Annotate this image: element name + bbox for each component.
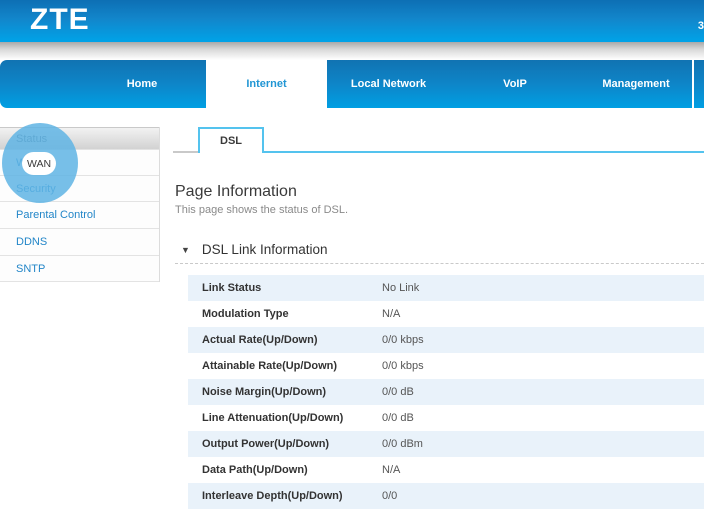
- table-row: Link Status No Link: [188, 275, 704, 301]
- nav-tab-local-network-label: Local Network: [351, 78, 426, 90]
- header-gloss-divider: [0, 42, 704, 60]
- tab-dsl-label: DSL: [220, 135, 242, 147]
- nav-tab-voip-label: VoIP: [503, 78, 527, 90]
- nav-tab-internet[interactable]: Internet: [206, 60, 327, 108]
- tabbar-baseline: [198, 151, 704, 153]
- section-title: DSL Link Information: [202, 242, 328, 257]
- nav-bar-edge-segment: [694, 60, 704, 108]
- row-label: Line Attenuation(Up/Down): [188, 412, 382, 424]
- table-row: Attainable Rate(Up/Down) 0/0 kbps: [188, 353, 704, 379]
- header-corner-text: 3: [698, 20, 704, 32]
- sidebar-item-ddns-label: DDNS: [16, 236, 47, 248]
- nav-tab-internet-label: Internet: [246, 78, 286, 90]
- table-row: Noise Margin(Up/Down) 0/0 dB: [188, 379, 704, 405]
- sidebar-item-sntp[interactable]: SNTP: [0, 256, 159, 282]
- nav-tab-voip[interactable]: VoIP: [450, 60, 580, 108]
- section-divider: [175, 263, 704, 264]
- row-label: Actual Rate(Up/Down): [188, 334, 382, 346]
- table-row: Actual Rate(Up/Down) 0/0 kbps: [188, 327, 704, 353]
- tabbar-baseline-left: [173, 151, 198, 153]
- nav-tab-home[interactable]: Home: [0, 60, 206, 108]
- row-value: No Link: [382, 282, 419, 294]
- table-row: Data Path(Up/Down) N/A: [188, 457, 704, 483]
- highlighted-wan-pill[interactable]: WAN: [22, 152, 56, 175]
- row-value: 0/0: [382, 490, 397, 502]
- section-header-dsl-link-info[interactable]: ▼ DSL Link Information: [181, 242, 327, 257]
- row-label: Modulation Type: [188, 308, 382, 320]
- table-row: Line Attenuation(Up/Down) 0/0 dB: [188, 405, 704, 431]
- nav-tab-management-label: Management: [602, 78, 669, 90]
- row-value: 0/0 dB: [382, 386, 414, 398]
- table-row: Output Power(Up/Down) 0/0 dBm: [188, 431, 704, 457]
- sidebar-item-parental-control[interactable]: Parental Control: [0, 202, 159, 229]
- dsl-link-info-table: Link Status No Link Modulation Type N/A …: [188, 275, 704, 509]
- nav-tab-management[interactable]: Management: [580, 60, 692, 108]
- sidebar-item-ddns[interactable]: DDNS: [0, 229, 159, 256]
- row-value: N/A: [382, 308, 400, 320]
- row-label: Attainable Rate(Up/Down): [188, 360, 382, 372]
- row-value: N/A: [382, 464, 400, 476]
- page-description: This page shows the status of DSL.: [175, 204, 348, 216]
- row-label: Link Status: [188, 282, 382, 294]
- row-value: 0/0 kbps: [382, 360, 424, 372]
- tab-dsl[interactable]: DSL: [198, 127, 264, 153]
- nav-tab-home-label: Home: [127, 78, 158, 90]
- page-title: Page Information: [175, 183, 297, 201]
- row-label: Data Path(Up/Down): [188, 464, 382, 476]
- main-nav: Home Internet Local Network VoIP Managem…: [0, 60, 704, 108]
- sidebar-item-parental-control-label: Parental Control: [16, 209, 96, 221]
- row-label: Noise Margin(Up/Down): [188, 386, 382, 398]
- row-value: 0/0 kbps: [382, 334, 424, 346]
- row-value: 0/0 dBm: [382, 438, 423, 450]
- nav-tab-local-network[interactable]: Local Network: [327, 60, 450, 108]
- page: ZTE 3 Home Internet Local Network VoIP M…: [0, 0, 704, 514]
- zte-logo: ZTE: [30, 3, 90, 37]
- table-row: Interleave Depth(Up/Down) 0/0: [188, 483, 704, 509]
- collapse-triangle-icon: ▼: [181, 245, 190, 255]
- row-label: Output Power(Up/Down): [188, 438, 382, 450]
- highlighted-wan-label: WAN: [27, 158, 51, 170]
- sidebar-item-sntp-label: SNTP: [16, 263, 45, 275]
- table-row: Modulation Type N/A: [188, 301, 704, 327]
- row-value: 0/0 dB: [382, 412, 414, 424]
- top-header-bar: ZTE 3: [0, 0, 704, 42]
- row-label: Interleave Depth(Up/Down): [188, 490, 382, 502]
